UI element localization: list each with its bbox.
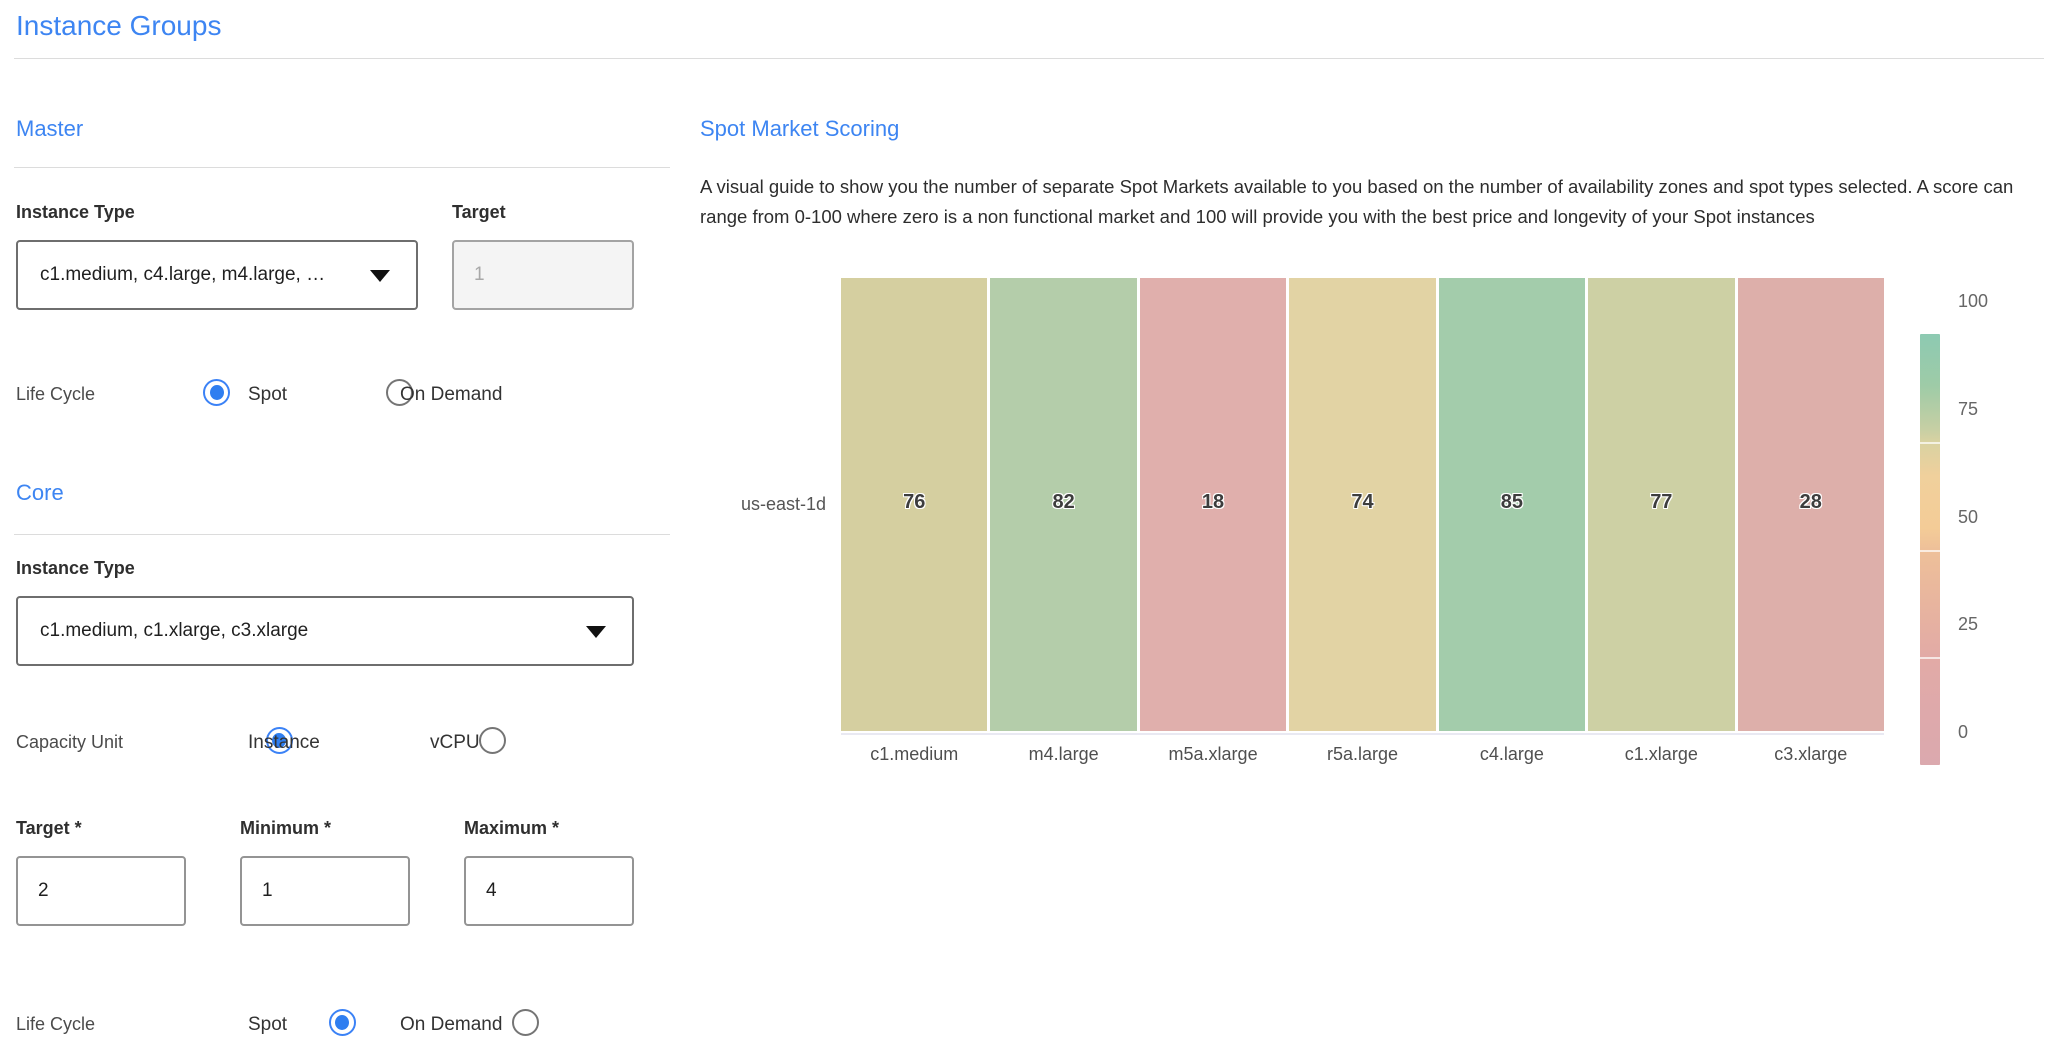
master-instance-type-value: c1.medium, c4.large, m4.large, … bbox=[18, 264, 325, 286]
colorbar-tick-label: 100 bbox=[1958, 291, 1988, 312]
heatmap-axis-line bbox=[841, 733, 1884, 735]
heatmap-cell-value: 82 bbox=[990, 491, 1136, 514]
heatmap-cell-value: 76 bbox=[841, 491, 987, 514]
heatmap-cell-value: 18 bbox=[1140, 491, 1286, 514]
core-target-input[interactable]: 2 bbox=[16, 856, 186, 926]
core-capacity-instance-label[interactable]: Instance bbox=[248, 732, 320, 754]
colorbar-tick-label: 0 bbox=[1958, 722, 1968, 743]
core-minimum-label: Minimum * bbox=[240, 818, 331, 839]
colorbar-separator bbox=[1920, 442, 1940, 444]
master-instance-type-label: Instance Type bbox=[16, 202, 135, 223]
core-target-value: 2 bbox=[18, 880, 49, 902]
core-maximum-value: 4 bbox=[466, 880, 497, 902]
heatmap-cell: 85 bbox=[1439, 278, 1585, 731]
caret-down-icon bbox=[370, 270, 390, 282]
instance-groups-page: Instance Groups Master Instance Type c1.… bbox=[0, 0, 2058, 1058]
colorbar-separator bbox=[1920, 550, 1940, 552]
colorbar-separator bbox=[1920, 657, 1940, 659]
core-capacity-radio-vcpu[interactable] bbox=[479, 727, 506, 754]
heatmap-x-label: c1.medium bbox=[841, 744, 987, 765]
colorbar-tick-label: 50 bbox=[1958, 507, 1978, 528]
core-capacity-vcpu-label[interactable]: vCPU bbox=[430, 732, 480, 754]
colorbar-tick-label: 75 bbox=[1958, 399, 1978, 420]
master-life-cycle-on-demand-label[interactable]: On Demand bbox=[400, 384, 502, 406]
caret-down-icon bbox=[586, 626, 606, 638]
heatmap-x-label: r5a.large bbox=[1289, 744, 1435, 765]
heatmap-cell: 28 bbox=[1738, 278, 1884, 731]
master-target-input[interactable]: 1 bbox=[452, 240, 634, 310]
heatmap-cell: 18 bbox=[1140, 278, 1286, 731]
core-minimum-value: 1 bbox=[242, 880, 273, 902]
heatmap-x-label: c4.large bbox=[1439, 744, 1585, 765]
page-title: Instance Groups bbox=[16, 10, 221, 42]
heatmap-cell-value: 28 bbox=[1738, 491, 1884, 514]
colorbar-tick-label: 25 bbox=[1958, 614, 1978, 635]
colorbar-ticks: 1007550250 bbox=[1958, 302, 2018, 733]
heatmap-cell-value: 77 bbox=[1588, 491, 1734, 514]
core-life-cycle-radio-spot[interactable] bbox=[329, 1009, 356, 1036]
core-life-cycle-on-demand-label[interactable]: On Demand bbox=[400, 1014, 502, 1036]
core-section-heading: Core bbox=[16, 480, 64, 506]
core-life-cycle-radio-on-demand[interactable] bbox=[512, 1009, 539, 1036]
master-life-cycle-spot-label[interactable]: Spot bbox=[248, 384, 287, 406]
heatmap-x-label: c1.xlarge bbox=[1588, 744, 1734, 765]
spot-market-scoring-heading: Spot Market Scoring bbox=[700, 116, 899, 142]
core-life-cycle-label: Life Cycle bbox=[16, 1014, 95, 1035]
core-minimum-input[interactable]: 1 bbox=[240, 856, 410, 926]
master-life-cycle-label: Life Cycle bbox=[16, 384, 95, 405]
core-capacity-unit-label: Capacity Unit bbox=[16, 732, 123, 753]
master-life-cycle-radio-spot[interactable] bbox=[203, 379, 230, 406]
master-section-heading: Master bbox=[16, 116, 83, 142]
heatmap-cell-value: 85 bbox=[1439, 491, 1585, 514]
heatmap-grid: 76821874857728 bbox=[841, 278, 1884, 731]
master-divider bbox=[14, 167, 670, 168]
core-instance-type-select[interactable]: c1.medium, c1.xlarge, c3.xlarge bbox=[16, 596, 634, 666]
core-maximum-label: Maximum * bbox=[464, 818, 559, 839]
heatmap-cell: 82 bbox=[990, 278, 1136, 731]
core-target-label: Target * bbox=[16, 818, 82, 839]
master-target-placeholder: 1 bbox=[454, 264, 485, 286]
core-divider bbox=[14, 534, 670, 535]
colorbar-legend bbox=[1920, 334, 1940, 765]
title-divider bbox=[14, 58, 2044, 59]
heatmap-row-label: us-east-1d bbox=[690, 494, 826, 515]
heatmap-x-label: m5a.xlarge bbox=[1140, 744, 1286, 765]
heatmap-x-label: m4.large bbox=[990, 744, 1136, 765]
core-instance-type-label: Instance Type bbox=[16, 558, 135, 579]
heatmap-cell: 74 bbox=[1289, 278, 1435, 731]
heatmap-cell-value: 74 bbox=[1289, 491, 1435, 514]
core-instance-type-value: c1.medium, c1.xlarge, c3.xlarge bbox=[18, 620, 308, 642]
heatmap-x-labels: c1.mediumm4.largem5a.xlarger5a.largec4.l… bbox=[841, 744, 1884, 765]
master-instance-type-select[interactable]: c1.medium, c4.large, m4.large, … bbox=[16, 240, 418, 310]
heatmap-cell: 76 bbox=[841, 278, 987, 731]
core-maximum-input[interactable]: 4 bbox=[464, 856, 634, 926]
master-target-label: Target bbox=[452, 202, 506, 223]
core-life-cycle-spot-label[interactable]: Spot bbox=[248, 1014, 287, 1036]
heatmap-x-label: c3.xlarge bbox=[1738, 744, 1884, 765]
spot-market-description: A visual guide to show you the number of… bbox=[700, 172, 2040, 232]
heatmap-cell: 77 bbox=[1588, 278, 1734, 731]
